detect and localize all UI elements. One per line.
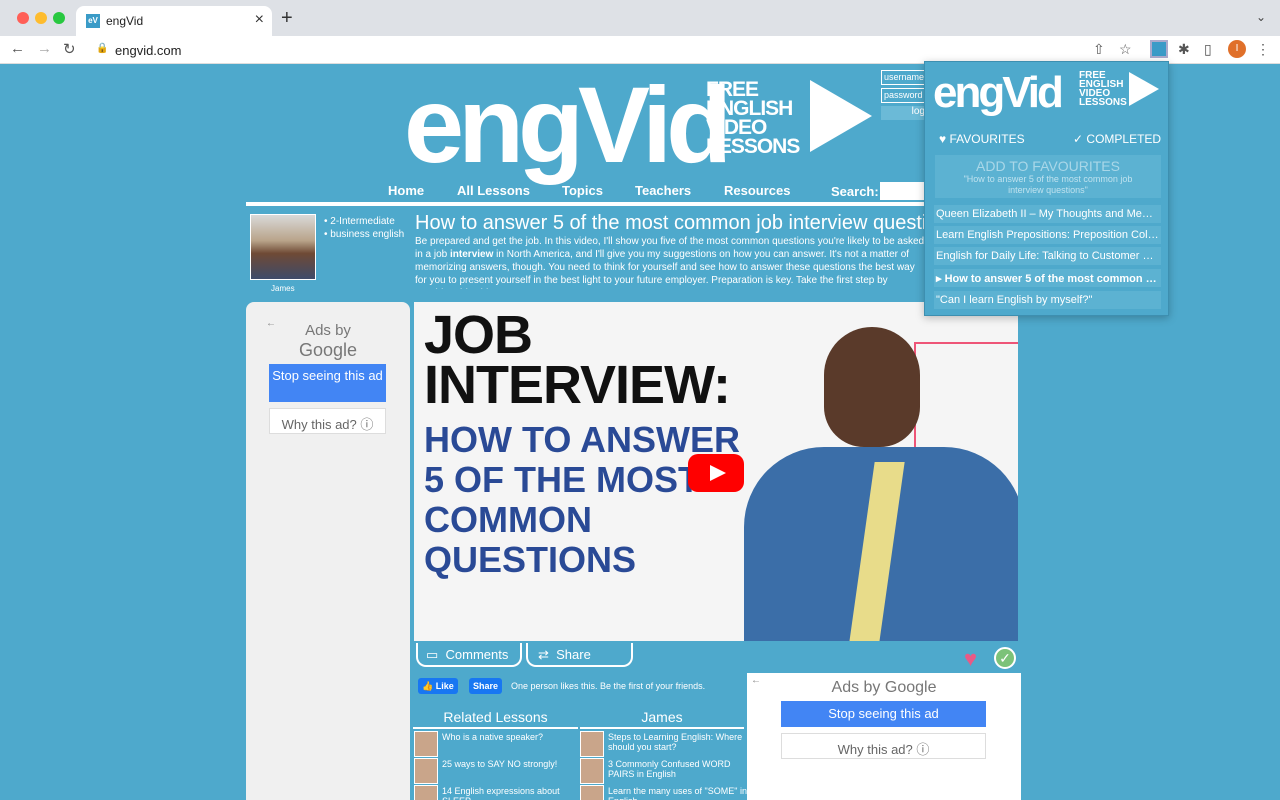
close-window-button[interactable] (17, 12, 29, 24)
lesson-thumbnail (580, 785, 604, 800)
heart-icon: ♥ (939, 132, 947, 146)
why-this-ad-button[interactable]: Why this ad? ⓘ (781, 733, 986, 759)
browser-tab[interactable]: eV engVid × (76, 6, 272, 36)
nav-topics[interactable]: Topics (562, 183, 603, 198)
popup-logo: engVid (933, 68, 1064, 117)
browser-toolbar: ← → ↻ 🔒 engvid.com ⇧ ☆ ✱ ▯ ⋮ (0, 36, 1280, 64)
comment-icon: ▭ (426, 647, 439, 662)
teacher-lesson-item[interactable]: Steps to Learning English: Where should … (580, 731, 742, 757)
teacher-lesson-item[interactable]: Learn the many uses of "SOME" in English (580, 785, 747, 800)
url-text: engvid.com (115, 43, 182, 58)
reload-icon[interactable]: ↻ (63, 40, 76, 58)
share-tab[interactable]: ⇄ Share (526, 643, 633, 667)
check-circle-icon: ✓ (1073, 132, 1084, 146)
tab-bar: eV engVid × + ⌄ (0, 0, 1280, 36)
search-label: Search: (831, 184, 879, 199)
tab-search-chevron-icon[interactable]: ⌄ (1256, 10, 1266, 24)
lesson-tags: • 2-Intermediate • business english (324, 215, 404, 241)
extensions-puzzle-icon[interactable]: ✱ (1178, 41, 1190, 58)
facebook-like-count: One person likes this. Be the first of y… (511, 681, 706, 691)
engvid-extension-icon[interactable] (1150, 40, 1168, 58)
logo-tagline: FREE ENGLISH VIDEO LESSONS (706, 78, 800, 158)
profile-avatar[interactable]: I (1228, 40, 1246, 58)
side-panel-icon[interactable]: ▯ (1204, 41, 1212, 58)
lesson-title: How to answer 5 of the most common job i… (415, 212, 925, 234)
tab-title: engVid (106, 14, 144, 28)
stop-seeing-ad-button[interactable]: Stop seeing this ad (269, 364, 386, 402)
favourite-lesson-item[interactable]: English for Daily Life: Talking to Custo… (934, 247, 1161, 265)
ads-by-label: Ads by (305, 322, 351, 339)
popup-tagline: FREE ENGLISH VIDEO LESSONS (1079, 70, 1127, 108)
lesson-thumbnail (580, 731, 604, 757)
engvid-extension-popup: engVid FREE ENGLISH VIDEO LESSONS ♥ FAVO… (924, 61, 1169, 316)
completed-check-icon[interactable]: ✓ (994, 647, 1016, 669)
tag-topic[interactable]: • business english (324, 228, 404, 241)
back-arrow-icon[interactable]: ← (10, 40, 25, 57)
comments-tab[interactable]: ▭ Comments (416, 643, 522, 667)
favourite-lesson-item[interactable]: Learn English Prepositions: Preposition … (934, 226, 1161, 244)
completed-tab[interactable]: ✓ COMPLETED (1073, 132, 1161, 146)
share-icon[interactable]: ⇧ (1093, 41, 1105, 58)
facebook-like-button[interactable]: 👍 Like (418, 678, 458, 694)
favicon-icon: eV (86, 14, 100, 28)
address-bar[interactable]: 🔒 engvid.com (88, 38, 1138, 62)
content-divider (246, 202, 926, 206)
teacher-avatar[interactable] (250, 214, 316, 280)
logo-play-icon (810, 80, 872, 152)
favourite-lesson-item-current[interactable]: ▸ How to answer 5 of the most common job… (934, 269, 1161, 287)
search-input[interactable] (880, 182, 930, 200)
nav-all-lessons[interactable]: All Lessons (457, 183, 530, 198)
maximize-window-button[interactable] (53, 12, 65, 24)
username-field[interactable]: username (881, 70, 929, 85)
favourite-lesson-item[interactable]: Queen Elizabeth II – My Thoughts and Mem… (934, 205, 1161, 223)
favourites-tab[interactable]: ♥ FAVOURITES (939, 132, 1025, 146)
favourite-lesson-item[interactable]: "Can I learn English by myself?" (934, 291, 1161, 309)
favourite-heart-icon[interactable]: ♥ (964, 646, 977, 672)
add-to-favourites-button[interactable]: ADD TO FAVOURITES "How to answer 5 of th… (935, 155, 1161, 198)
teacher-lesson-item[interactable]: 3 Commonly Confused WORD PAIRS in Englis… (580, 758, 740, 784)
lock-icon: 🔒 (96, 43, 109, 54)
share-link-icon: ⇄ (538, 647, 549, 662)
stop-seeing-ad-button[interactable]: Stop seeing this ad (781, 701, 986, 727)
minimize-window-button[interactable] (35, 12, 47, 24)
teacher-name[interactable]: James (271, 284, 295, 293)
teacher-video-figure (714, 322, 1018, 641)
google-label: Google (298, 340, 358, 360)
lesson-thumbnail (414, 758, 438, 784)
forward-arrow-icon[interactable]: → (37, 40, 52, 57)
bookmark-star-icon[interactable]: ☆ (1119, 41, 1132, 58)
new-tab-button[interactable]: + (281, 7, 293, 30)
lesson-description: Be prepared and get the job. In this vid… (415, 236, 925, 289)
why-this-ad-button[interactable]: Why this ad? ⓘ (269, 408, 386, 434)
nav-resources[interactable]: Resources (724, 183, 790, 198)
related-lessons-heading: Related Lessons (413, 709, 578, 729)
ads-by-google-label: Ads by Google (831, 679, 937, 696)
menu-dots-icon[interactable]: ⋮ (1256, 41, 1270, 58)
nav-home[interactable]: Home (388, 183, 424, 198)
lesson-thumbnail (414, 731, 438, 757)
play-icon (710, 465, 726, 481)
password-field[interactable]: password (881, 88, 929, 103)
related-lesson-item[interactable]: 14 English expressions about SLEEP (414, 785, 574, 800)
lesson-thumbnail (414, 785, 438, 800)
lesson-thumbnail (580, 758, 604, 784)
related-lesson-item[interactable]: Who is a native speaker? (414, 731, 574, 757)
teacher-lessons-heading[interactable]: James (580, 709, 744, 729)
left-ad-panel: ← Ads by Google Stop seeing this ad Why … (246, 302, 410, 800)
tag-level[interactable]: • 2-Intermediate (324, 215, 404, 228)
login-button[interactable]: log (881, 106, 929, 120)
site-logo[interactable]: engVid (404, 70, 732, 180)
close-tab-icon[interactable]: × (255, 11, 264, 29)
nav-teachers[interactable]: Teachers (635, 183, 691, 198)
video-title-main: JOB INTERVIEW: (424, 305, 731, 415)
video-title-sub: HOW TO ANSWER 5 OF THE MOST COMMON QUEST… (424, 419, 740, 580)
facebook-share-button[interactable]: Share (469, 678, 503, 694)
popup-play-icon (1129, 72, 1159, 106)
youtube-play-button[interactable] (688, 454, 744, 492)
right-ad-panel: ← Ads by Google Stop seeing this ad Why … (747, 673, 1021, 800)
related-lesson-item[interactable]: 25 ways to SAY NO strongly! (414, 758, 574, 784)
